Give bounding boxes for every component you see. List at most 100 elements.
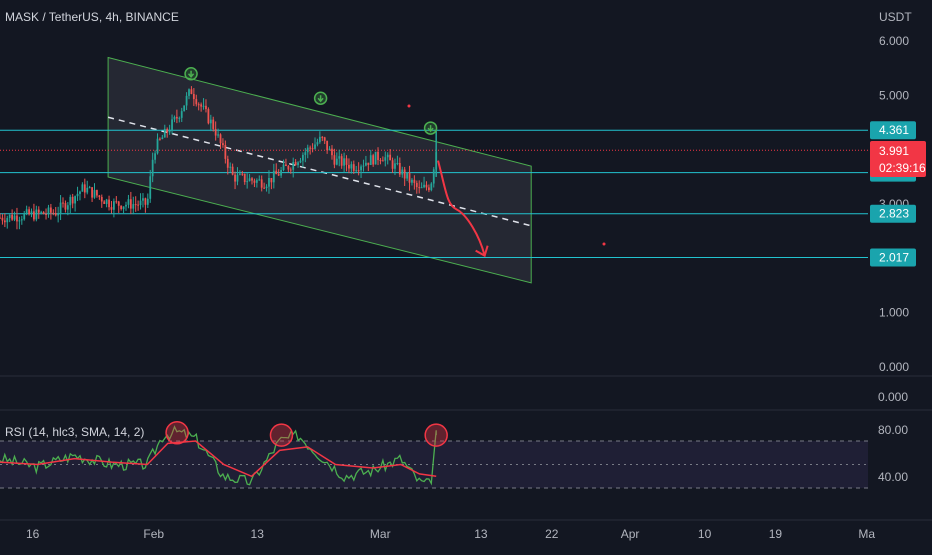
candle-body [384,157,387,161]
current-price-value: 3.991 [879,144,909,158]
candle-body [396,162,399,164]
chart-root: USDT 6.0005.0004.0003.0002.0001.0000.000… [0,0,932,550]
candle-body [372,155,375,165]
candle-body [255,180,258,183]
candle-body [93,190,96,198]
candle-body [418,187,421,189]
candle-body [241,173,244,175]
candle-body [335,158,338,165]
candle-body [316,142,319,145]
candle-body [54,213,57,216]
candle-body [374,151,377,165]
candle-body [401,169,404,175]
candle-body [428,187,430,191]
candle-body [369,155,372,165]
candle-body [253,180,256,183]
candle-body [149,176,152,199]
chart-svg[interactable]: USDT 6.0005.0004.0003.0002.0001.0000.000… [0,0,932,550]
candle-body [379,160,382,162]
time-axis-label: 16 [26,527,40,541]
rsi-scale-zero: 0.000 [878,390,908,404]
candle-body [33,211,35,220]
candle-body [127,199,130,205]
candle-body [265,186,268,189]
candle-body [79,191,81,194]
price-axis-panel[interactable] [868,0,932,550]
candle-body [180,111,183,118]
candle-body [238,173,241,175]
price-axis-label: 1.000 [879,306,909,320]
candle-body [251,178,253,181]
candle-body [217,134,219,136]
candle-body [6,218,9,223]
candle-body [321,136,324,138]
candle-body [105,199,108,204]
candle-body [11,214,14,220]
candle-body [100,196,103,202]
candle-body [37,209,40,213]
candle-body [69,196,72,206]
candle-body [64,203,67,210]
candle-body [96,190,98,196]
candle-body [8,214,11,219]
candle-body [234,174,236,182]
candle-body [195,99,198,105]
candle-body [263,187,266,189]
candle-body [161,137,164,140]
candle-body [117,201,120,206]
candle-body [398,162,401,175]
candle-body [224,145,227,159]
candle-body [432,169,435,184]
candle-body [86,187,89,193]
candle-body [20,219,23,221]
candle-body [88,187,91,189]
rsi-peak-circle [424,423,448,447]
candle-body [294,161,297,166]
candle-body [74,196,77,204]
candle-body [367,162,370,165]
candle-body [258,179,261,181]
candle-body [248,178,251,182]
candle-body [365,162,367,166]
candle-body [389,154,392,161]
candle-body [125,204,127,207]
candle-body [188,89,190,96]
rsi-legend[interactable]: RSI (14, hlc3, SMA, 14, 2) [5,425,144,439]
candle-body [110,207,113,210]
rsi-scale-40: 40.00 [878,470,908,484]
candle-body [423,184,425,188]
candle-body [275,170,278,175]
candle-body [386,154,389,158]
candle-body [226,158,229,168]
chart-title[interactable]: MASK / TetherUS, 4h, BINANCE [5,10,179,24]
candle-body [323,137,326,141]
candle-body [49,207,52,213]
candle-body [326,140,329,151]
candle-body [120,205,123,210]
time-axis-label: 10 [698,527,712,541]
candle-body [144,198,147,205]
candle-body [362,165,365,167]
candle-body [59,202,62,214]
candle-body [229,166,232,168]
candle-body [71,196,74,204]
candle-body [47,207,50,215]
candle-body [411,179,413,183]
time-axis-label: 13 [251,527,265,541]
candle-body [190,89,193,94]
candle-body [360,166,362,171]
candle-body [13,215,16,220]
candle-body [355,170,358,172]
candle-body [318,136,321,143]
candle-body [304,152,307,155]
price-axis-label: 0.000 [879,360,909,374]
candle-body [91,187,93,198]
candle-body [292,161,295,170]
candle-body [381,160,384,162]
candle-body [408,172,411,183]
candle-body [289,169,292,171]
candle-body [219,134,222,144]
candle-body [57,213,60,216]
candle-body [209,119,212,124]
candle-body [340,156,343,166]
